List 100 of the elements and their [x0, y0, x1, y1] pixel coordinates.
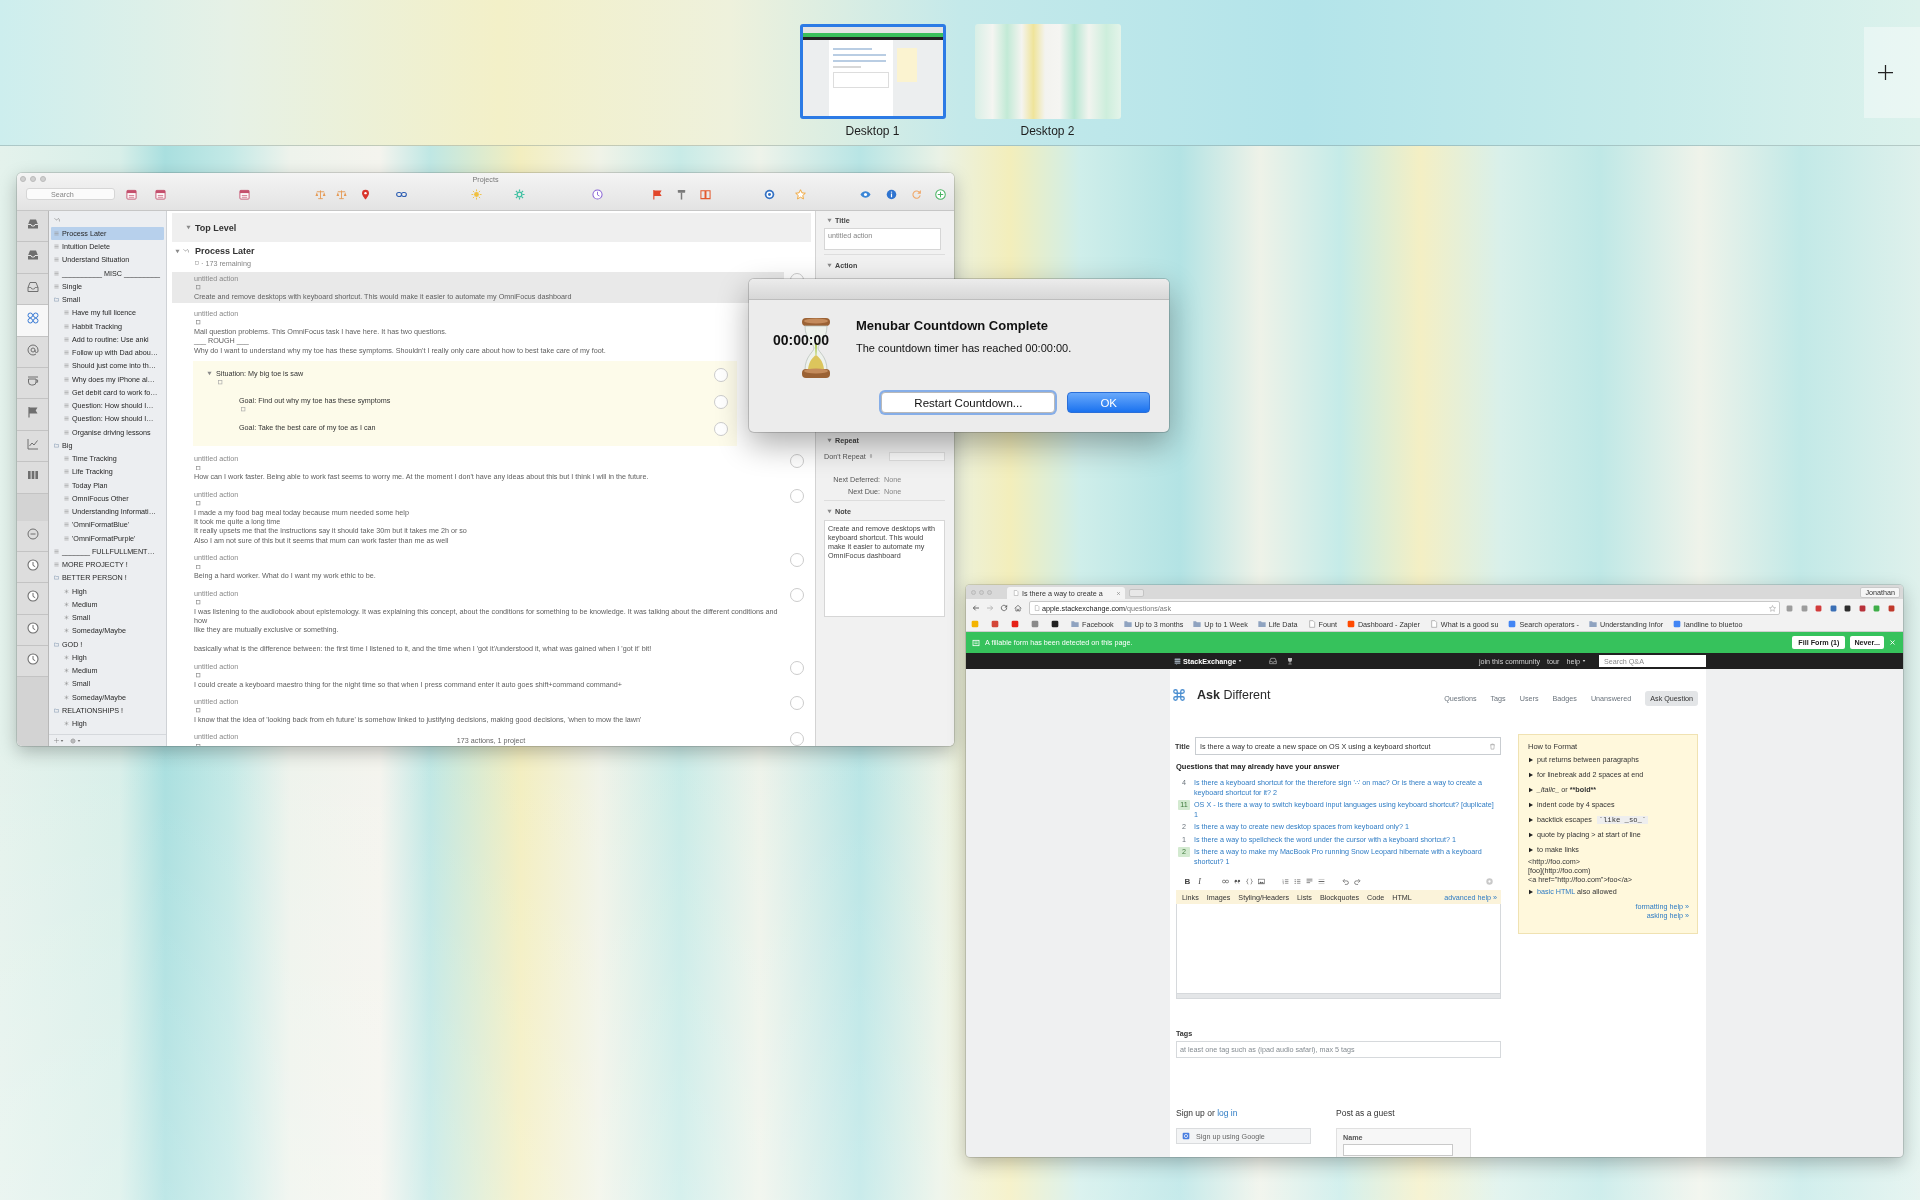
calendar-icon[interactable]	[238, 188, 250, 200]
disclosure-triangle-icon[interactable]	[175, 248, 180, 254]
disclosure-triangle-icon[interactable]	[186, 225, 191, 230]
desktop-thumbnail-drawing[interactable]	[974, 24, 1121, 119]
perspective-tab[interactable]	[17, 646, 48, 678]
dialog-button[interactable]: Restart Countdown...	[881, 392, 1056, 413]
pin-icon[interactable]	[359, 188, 371, 200]
squiggle-icon	[54, 217, 60, 224]
refresh-icon[interactable]	[910, 188, 922, 200]
folder-icon	[54, 707, 59, 713]
braces-icon[interactable]	[1245, 877, 1253, 885]
trash-icon[interactable]	[1489, 742, 1496, 750]
perspective-tab[interactable]	[17, 462, 48, 494]
close-icon[interactable]	[1116, 590, 1121, 596]
square-icon[interactable]	[1858, 604, 1866, 612]
status-checkbox[interactable]	[790, 588, 804, 603]
flag-icon[interactable]	[651, 188, 663, 200]
perspective-tab[interactable]	[17, 614, 48, 647]
redo-icon[interactable]	[1353, 877, 1361, 885]
gear-icon[interactable]	[513, 188, 525, 200]
plus-icon	[1878, 65, 1893, 80]
book-icon[interactable]	[699, 188, 711, 200]
folder-icon	[54, 442, 59, 448]
info-icon[interactable]	[885, 188, 897, 200]
status-checkbox[interactable]	[790, 661, 804, 676]
status-checkbox[interactable]	[714, 368, 728, 383]
sun-icon[interactable]	[470, 188, 482, 200]
minus-circle-icon	[26, 527, 39, 540]
settings-button[interactable]	[70, 737, 81, 744]
perspective-tab[interactable]	[17, 583, 48, 615]
lines-icon	[54, 283, 59, 289]
note-icon	[195, 261, 199, 265]
disclosure-triangle-icon[interactable]	[207, 370, 212, 376]
disclosure-triangle-icon[interactable]	[827, 262, 832, 268]
trophy-icon[interactable]	[1286, 657, 1295, 665]
status-checkbox[interactable]	[790, 696, 804, 711]
star-icon[interactable]	[794, 188, 806, 200]
bullet-list-icon[interactable]	[1293, 877, 1301, 885]
horizontal-rule-icon[interactable]	[1317, 877, 1325, 885]
login-link[interactable]: log in	[1217, 1108, 1238, 1118]
plus-icon[interactable]	[934, 188, 946, 200]
site-logo[interactable]: Ask Different	[1197, 688, 1271, 702]
add-button[interactable]	[54, 738, 64, 743]
back-icon[interactable]	[972, 604, 980, 612]
calendar-icon[interactable]	[154, 188, 166, 200]
lines-icon	[64, 456, 69, 462]
interval-field[interactable]	[889, 451, 945, 461]
bullet-icon	[1528, 888, 1534, 895]
eye-icon[interactable]	[859, 188, 871, 200]
reload-icon[interactable]	[1000, 604, 1008, 612]
perspective-tab[interactable]	[17, 520, 48, 552]
clock-icon	[26, 653, 39, 666]
perspective-tab[interactable]	[17, 211, 48, 243]
calendar-icon[interactable]	[125, 188, 137, 200]
ring-icon[interactable]	[1486, 877, 1493, 885]
desktop-thumbnail-drawing[interactable]	[799, 24, 946, 119]
hammer-icon[interactable]	[675, 188, 687, 200]
perspective-tab[interactable]	[17, 336, 48, 368]
status-checkbox[interactable]	[714, 422, 728, 437]
minimize-button[interactable]	[30, 176, 36, 182]
clock-icon	[26, 621, 39, 634]
body-field[interactable]	[1176, 904, 1501, 994]
status-checkbox[interactable]	[790, 552, 804, 567]
folder-icon	[1071, 620, 1079, 628]
disclosure-triangle-icon[interactable]	[827, 217, 832, 223]
format-button[interactable]: B	[1184, 876, 1191, 886]
inbox-icon[interactable]	[1269, 657, 1278, 665]
home-icon[interactable]	[1014, 604, 1022, 612]
perspective-tab[interactable]	[17, 305, 48, 337]
target-icon[interactable]	[763, 188, 775, 200]
scales-icon[interactable]	[335, 188, 347, 200]
status-checkbox[interactable]	[790, 453, 804, 468]
format-button[interactable]: I	[1196, 876, 1203, 886]
text-lines-icon[interactable]	[1305, 877, 1313, 885]
numbered-list-icon[interactable]	[1281, 877, 1289, 885]
undo-icon[interactable]	[1341, 877, 1349, 885]
name-field[interactable]	[1343, 1144, 1453, 1156]
forward-icon[interactable]	[986, 604, 994, 612]
perspective-tab[interactable]	[17, 367, 48, 400]
zoom-button[interactable]	[40, 176, 46, 182]
clock-icon[interactable]	[591, 188, 603, 200]
quote-icon[interactable]	[1233, 877, 1241, 885]
square-icon[interactable]	[1844, 604, 1851, 612]
perspective-tab[interactable]	[17, 242, 48, 274]
link-icon[interactable]	[1221, 877, 1229, 885]
scales-icon[interactable]	[314, 188, 326, 200]
status-checkbox[interactable]	[714, 395, 728, 410]
perspective-tab[interactable]	[17, 430, 48, 463]
image-icon[interactable]	[1257, 877, 1265, 885]
perspective-tab[interactable]	[17, 551, 48, 584]
resize-grip[interactable]	[1176, 994, 1501, 999]
status-checkbox[interactable]	[790, 489, 804, 504]
disclosure-triangle-icon[interactable]	[827, 508, 832, 514]
perspective-tab[interactable]	[17, 273, 48, 306]
disclosure-triangle-icon[interactable]	[827, 437, 832, 443]
perspective-tab[interactable]	[17, 399, 48, 431]
status-checkbox[interactable]	[790, 731, 804, 746]
new-tab-button[interactable]	[1129, 589, 1144, 597]
close-button[interactable]	[20, 176, 26, 182]
star-icon[interactable]	[1769, 604, 1776, 612]
